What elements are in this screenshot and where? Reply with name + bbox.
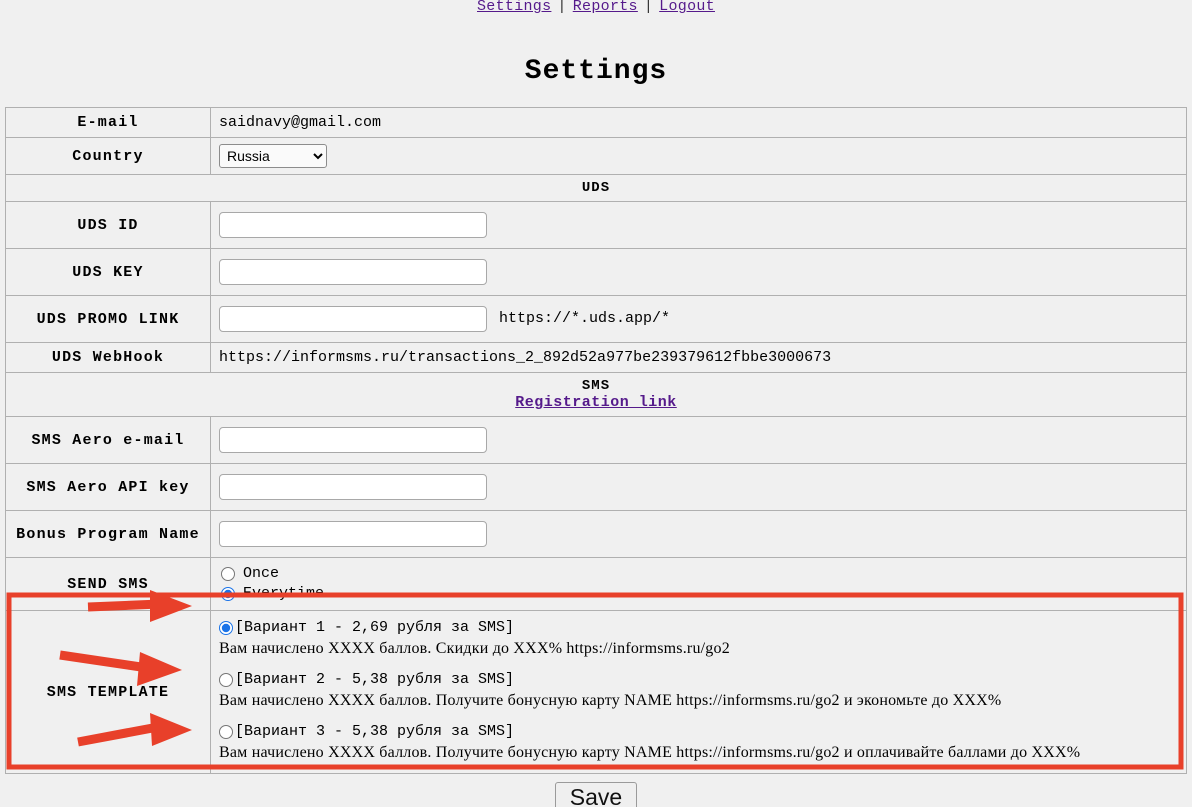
cell-uds-id <box>210 201 1187 249</box>
sms-aero-email-input[interactable] <box>219 427 487 453</box>
uds-promo-link-input[interactable] <box>219 306 487 332</box>
sms-template-radio-2[interactable] <box>219 673 233 687</box>
sms-template-option-1[interactable]: [Вариант 1 - 2,69 рубля за SMS] Вам начи… <box>219 619 1178 659</box>
table-row-sms-aero-email: SMS Aero e-mail <box>5 416 1187 464</box>
value-uds-webhook: https://informsms.ru/transactions_2_892d… <box>210 342 1187 373</box>
sms-template-body-3: Вам начислено XXXX баллов. Получите бону… <box>219 744 1081 761</box>
table-row-send-sms: SEND SMS Once Everytime <box>5 557 1187 611</box>
settings-table: E-mail saidnavy@gmail.com Country Russia… <box>5 107 1187 774</box>
table-row-uds-promo-link: UDS PROMO LINK https://*.uds.app/* <box>5 295 1187 343</box>
uds-key-input[interactable] <box>219 259 487 285</box>
cell-uds-promo-link: https://*.uds.app/* <box>210 295 1187 343</box>
uds-promo-link-hint: https://*.uds.app/* <box>499 309 671 327</box>
label-send-sms: SEND SMS <box>5 557 211 611</box>
sms-template-option-3[interactable]: [Вариант 3 - 5,38 рубля за SMS] Вам начи… <box>219 723 1178 763</box>
table-row-sms-aero-api-key: SMS Aero API key <box>5 463 1187 511</box>
bonus-program-name-input[interactable] <box>219 521 487 547</box>
label-sms-aero-email: SMS Aero e-mail <box>5 416 211 464</box>
sms-aero-api-key-input[interactable] <box>219 474 487 500</box>
country-select[interactable]: Russia <box>219 144 327 168</box>
cell-sms-template: [Вариант 1 - 2,69 рубля за SMS] Вам начи… <box>210 610 1187 774</box>
sms-template-body-2: Вам начислено XXXX баллов. Получите бону… <box>219 692 1002 709</box>
table-row-sms-section: SMS Registration link <box>5 372 1187 417</box>
label-sms-template: SMS TEMPLATE <box>5 610 211 774</box>
nav-link-settings[interactable]: Settings <box>477 0 551 15</box>
sms-template-option-2[interactable]: [Вариант 2 - 5,38 рубля за SMS] Вам начи… <box>219 671 1178 711</box>
table-row-country: Country Russia <box>5 137 1187 175</box>
sms-template-head-3[interactable]: [Вариант 3 - 5,38 рубля за SMS] <box>219 723 1178 741</box>
page-title: Settings <box>524 56 668 87</box>
sms-template-options: [Вариант 1 - 2,69 рубля за SMS] Вам начи… <box>219 617 1178 767</box>
send-sms-label-everytime: Everytime <box>243 585 325 602</box>
table-row-sms-template: SMS TEMPLATE [Вариант 1 - 2,69 рубля за … <box>5 610 1187 774</box>
sms-template-radio-3[interactable] <box>219 725 233 739</box>
section-header-sms: SMS Registration link <box>5 372 1187 417</box>
registration-link[interactable]: Registration link <box>515 394 677 411</box>
cell-uds-key <box>210 248 1187 296</box>
label-uds-key: UDS KEY <box>5 248 211 296</box>
label-uds-promo-link: UDS PROMO LINK <box>5 295 211 343</box>
cell-sms-aero-api-key <box>210 463 1187 511</box>
table-row-uds-key: UDS KEY <box>5 248 1187 296</box>
cell-country: Russia <box>210 137 1187 175</box>
sms-template-header-2: [Вариант 2 - 5,38 рубля за SMS] <box>235 671 515 688</box>
label-uds-id: UDS ID <box>5 201 211 249</box>
section-header-sms-title: SMS <box>581 378 611 394</box>
nav-separator-2: | <box>643 0 654 15</box>
label-country: Country <box>5 137 211 175</box>
sms-template-header-1: [Вариант 1 - 2,69 рубля за SMS] <box>235 619 515 636</box>
send-sms-option-everytime[interactable]: Everytime <box>219 584 1178 604</box>
sms-template-radio-1[interactable] <box>219 621 233 635</box>
table-row-uds-section: UDS <box>5 174 1187 202</box>
table-row-uds-id: UDS ID <box>5 201 1187 249</box>
label-uds-webhook: UDS WebHook <box>5 342 211 373</box>
nav-separator-1: | <box>557 0 567 15</box>
sms-template-body-1: Вам начислено XXXX баллов. Скидки до XXX… <box>219 640 730 657</box>
label-sms-aero-api-key: SMS Aero API key <box>5 463 211 511</box>
top-navigation: Settings | Reports | Logout <box>0 0 1192 16</box>
save-button[interactable]: Save <box>554 782 638 807</box>
send-sms-label-once: Once <box>243 565 280 582</box>
section-header-uds: UDS <box>5 174 1187 202</box>
cell-bonus-program-name <box>210 510 1187 558</box>
send-sms-radio-once[interactable] <box>221 567 235 581</box>
sms-template-head-2[interactable]: [Вариант 2 - 5,38 рубля за SMS] <box>219 671 1178 689</box>
nav-link-logout[interactable]: Logout <box>659 0 715 15</box>
uds-id-input[interactable] <box>219 212 487 238</box>
send-sms-option-once[interactable]: Once <box>219 564 1178 584</box>
nav-link-reports[interactable]: Reports <box>573 0 638 15</box>
send-sms-radio-everytime[interactable] <box>221 587 235 601</box>
label-email: E-mail <box>5 107 211 138</box>
value-email: saidnavy@gmail.com <box>210 107 1187 138</box>
table-row-email: E-mail saidnavy@gmail.com <box>5 107 1187 138</box>
sms-template-head-1[interactable]: [Вариант 1 - 2,69 рубля за SMS] <box>219 619 1178 637</box>
table-row-bonus-program-name: Bonus Program Name <box>5 510 1187 558</box>
table-row-uds-webhook: UDS WebHook https://informsms.ru/transac… <box>5 342 1187 373</box>
label-bonus-program-name: Bonus Program Name <box>5 510 211 558</box>
save-row: Save <box>0 782 1192 807</box>
cell-send-sms: Once Everytime <box>210 557 1187 611</box>
sms-template-header-3: [Вариант 3 - 5,38 рубля за SMS] <box>235 723 515 740</box>
cell-sms-aero-email <box>210 416 1187 464</box>
